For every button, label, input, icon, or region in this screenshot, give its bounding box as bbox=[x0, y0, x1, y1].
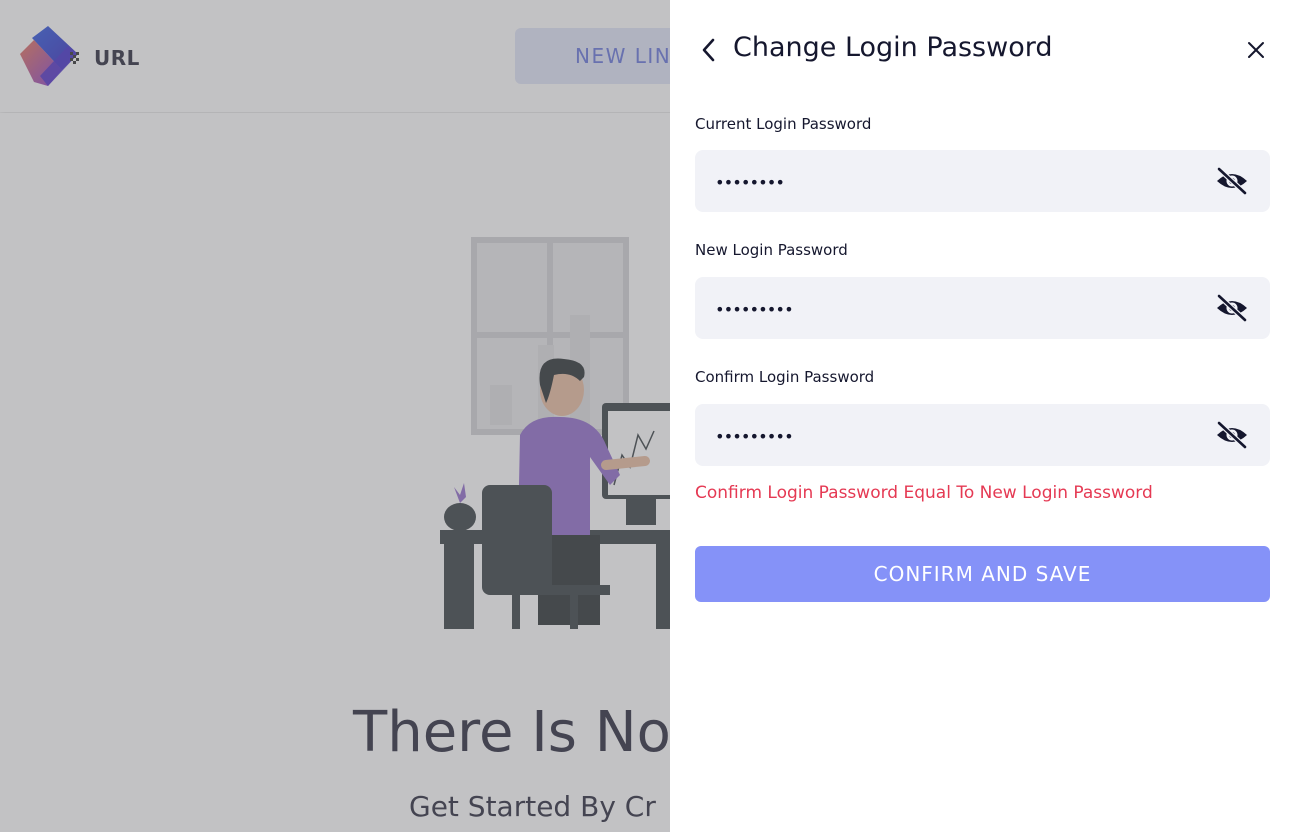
current-password-field bbox=[695, 150, 1270, 214]
drawer-title: Change Login Password bbox=[733, 32, 1053, 63]
eye-off-icon bbox=[1217, 421, 1247, 449]
current-password-input[interactable] bbox=[713, 150, 1197, 214]
back-button[interactable] bbox=[698, 36, 722, 64]
confirm-password-input[interactable] bbox=[713, 404, 1197, 468]
new-password-label: New Login Password bbox=[695, 241, 848, 259]
eye-off-icon bbox=[1217, 294, 1247, 322]
drawer-header: Change Login Password bbox=[670, 0, 1295, 100]
confirm-and-save-button[interactable]: CONFIRM AND SAVE bbox=[695, 546, 1270, 602]
new-password-input[interactable] bbox=[713, 277, 1197, 341]
new-password-field bbox=[695, 277, 1270, 341]
close-button[interactable] bbox=[1244, 38, 1268, 62]
confirm-password-visibility-toggle[interactable] bbox=[1214, 420, 1250, 450]
eye-off-icon bbox=[1217, 167, 1247, 195]
confirm-password-field bbox=[695, 404, 1270, 468]
page: URL NEW LINK There Is No Get Started By … bbox=[0, 0, 1295, 832]
password-mismatch-error: Confirm Login Password Equal To New Logi… bbox=[695, 483, 1153, 503]
current-password-visibility-toggle[interactable] bbox=[1214, 166, 1250, 196]
change-password-drawer: Change Login Password Current Login Pass… bbox=[670, 0, 1295, 832]
close-icon bbox=[1248, 42, 1264, 58]
current-password-label: Current Login Password bbox=[695, 115, 872, 133]
new-password-visibility-toggle[interactable] bbox=[1214, 293, 1250, 323]
chevron-left-icon bbox=[702, 38, 715, 62]
confirm-password-label: Confirm Login Password bbox=[695, 368, 875, 386]
